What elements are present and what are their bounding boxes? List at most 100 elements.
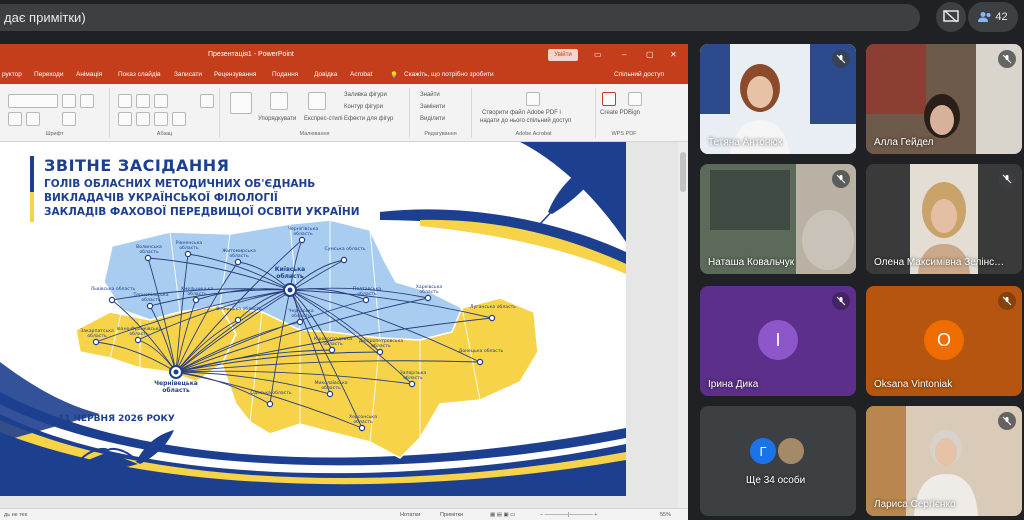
ribbon-display-icon[interactable]: ▭ (594, 50, 602, 59)
slide-subtitle-1: ГОЛІВ ОБЛАСНИХ МЕТОДИЧНИХ ОБ'ЄДНАНЬ (44, 178, 316, 190)
mic-off-icon (832, 170, 850, 188)
indent-icon[interactable] (154, 94, 168, 108)
region-dot (266, 400, 274, 408)
sign-in-button[interactable]: Увійти (548, 49, 578, 61)
shape-effects-label[interactable]: Ефекти для фігур (344, 116, 393, 122)
participant-tile[interactable]: Наташа Ковальчук (700, 164, 856, 274)
participant-tile[interactable]: Алла Гейдел (866, 44, 1022, 154)
menu-slideshow[interactable]: Показ слайдів (118, 71, 161, 78)
shape-fill-label[interactable]: Заливка фігури (344, 92, 387, 98)
view-icons[interactable]: ▦ ▤ ▣ ▭ (490, 512, 515, 518)
participant-tile[interactable]: O Oksana Vintoniak (866, 286, 1022, 396)
zoom-slider[interactable]: – ──────|────── + (540, 512, 598, 518)
region-label: Рівненська область (175, 241, 203, 251)
menu-review[interactable]: Рецензування (214, 71, 256, 78)
region-dot (424, 294, 432, 302)
comments-button[interactable]: Примітки (440, 512, 463, 518)
acrobat-group: Створити файл Adobe PDF і надати до ньог… (472, 88, 596, 138)
region-label: Тернопільська область (133, 293, 169, 303)
menu-transitions[interactable]: Переходи (34, 71, 63, 78)
slide-canvas[interactable]: ЗВІТНЕ ЗАСІДАННЯ ГОЛІВ ОБЛАСНИХ МЕТОДИЧН… (0, 142, 626, 496)
slide-subtitle-3: ЗАКЛАДІВ ФАХОВОЇ ПЕРЕДВИЩОЇ ОСВІТИ УКРАЇ… (44, 206, 360, 218)
justify-icon[interactable] (172, 112, 186, 126)
editing-group-caption: Редагування (424, 131, 457, 137)
align-right-icon[interactable] (154, 112, 168, 126)
acrobat-share-icon[interactable] (526, 92, 540, 106)
mic-off-icon (832, 50, 850, 68)
find-label[interactable]: Знайти (420, 92, 440, 98)
more-participants-tile[interactable]: Г Ще 34 особи (700, 406, 856, 516)
region-label: Одеська область (250, 391, 292, 396)
create-pdf-icon[interactable] (602, 92, 616, 106)
menu-acrobat[interactable]: Acrobat (350, 71, 372, 78)
replace-label[interactable]: Замінити (420, 104, 445, 110)
menu-record[interactable]: Записати (174, 71, 202, 78)
notes-button[interactable]: Нотатки (400, 512, 420, 518)
align-center-icon[interactable] (136, 112, 150, 126)
shrink-font-icon[interactable] (80, 94, 94, 108)
font-size-box[interactable] (8, 94, 58, 108)
mic-off-icon (998, 412, 1016, 430)
tell-me-search[interactable]: Скажіть, що потрібно зробити (404, 71, 494, 78)
hub-kyiv-label: Київська область (274, 266, 306, 280)
sign-label[interactable]: Sign (628, 110, 640, 116)
minimize-icon[interactable]: – (622, 50, 626, 59)
region-label: Хмельницька область (180, 287, 214, 297)
avatar-photo (776, 436, 806, 466)
region-label: Донецька область (458, 349, 504, 354)
sign-icon[interactable] (628, 92, 642, 106)
drawing-group-caption: Малювання (299, 131, 330, 137)
bold-icon[interactable] (8, 112, 22, 126)
menu-design[interactable]: руктор (2, 71, 22, 78)
mic-off-icon (998, 292, 1016, 310)
title-accent-bar (30, 156, 34, 222)
arrange-icon[interactable] (270, 92, 288, 110)
participant-name: Лариса Сергієнко (874, 499, 956, 510)
shape-outline-label[interactable]: Контур фігури (344, 104, 383, 110)
quick-styles-label[interactable]: Експрес-стилі (304, 116, 343, 122)
region-dot (234, 258, 242, 266)
zoom-level[interactable]: 55% (660, 512, 671, 518)
align-left-icon[interactable] (118, 112, 132, 126)
participants-button[interactable]: 42 (968, 2, 1018, 32)
slide-scrollbar[interactable] (678, 142, 688, 508)
arrange-label[interactable]: Упорядкувати (258, 116, 296, 122)
region-dot (408, 380, 416, 388)
scroll-thumb[interactable] (680, 152, 686, 192)
shapes-icon[interactable] (230, 92, 252, 114)
numbering-icon[interactable] (136, 94, 150, 108)
slide-workspace: ЗВІТНЕ ЗАСІДАННЯ ГОЛІВ ОБЛАСНИХ МЕТОДИЧН… (0, 142, 688, 508)
region-dot (146, 302, 154, 310)
region-label: Сумська область (324, 247, 366, 252)
acrobat-label-1[interactable]: Створити файл Adobe PDF і (482, 110, 561, 116)
share-button[interactable]: Спільний доступ (614, 71, 664, 78)
grow-font-icon[interactable] (62, 94, 76, 108)
participant-tile[interactable]: Лариса Сергієнко (866, 406, 1022, 516)
participant-tile[interactable]: Олена Максимівна Зелінс… (866, 164, 1022, 274)
close-icon[interactable]: ✕ (670, 50, 677, 59)
participant-name: Олена Максимівна Зелінс… (874, 257, 1005, 268)
font-color-icon[interactable] (62, 112, 76, 126)
menu-animations[interactable]: Анімація (76, 71, 102, 78)
maximize-icon[interactable]: ▢ (646, 50, 654, 59)
stop-presenting-icon[interactable] (936, 2, 966, 32)
quick-styles-icon[interactable] (308, 92, 326, 110)
font-group: Шрифт (0, 88, 110, 138)
italic-icon[interactable] (26, 112, 40, 126)
participant-name: Алла Гейдел (874, 137, 934, 148)
text-direction-icon[interactable] (200, 94, 214, 108)
participant-name: Тетяна Антонюк (708, 137, 783, 148)
avatar: O (924, 320, 964, 360)
menu-view[interactable]: Подання (272, 71, 298, 78)
menu-help[interactable]: Довідка (314, 71, 337, 78)
acrobat-label-2[interactable]: надати до нього спільний доступ (480, 118, 571, 124)
region-label: Львівська область (90, 287, 136, 292)
paragraph-group: Абзац (110, 88, 220, 138)
region-dot (376, 348, 384, 356)
participant-tile[interactable]: Тетяна Антонюк (700, 44, 856, 154)
create-pdf-label[interactable]: Create PDF (600, 110, 632, 116)
bullets-icon[interactable] (118, 94, 132, 108)
select-label[interactable]: Виділити (420, 116, 445, 122)
participant-tile[interactable]: І Ірина Дика (700, 286, 856, 396)
wps-group: Create PDF Sign WPS PDF (596, 88, 652, 138)
